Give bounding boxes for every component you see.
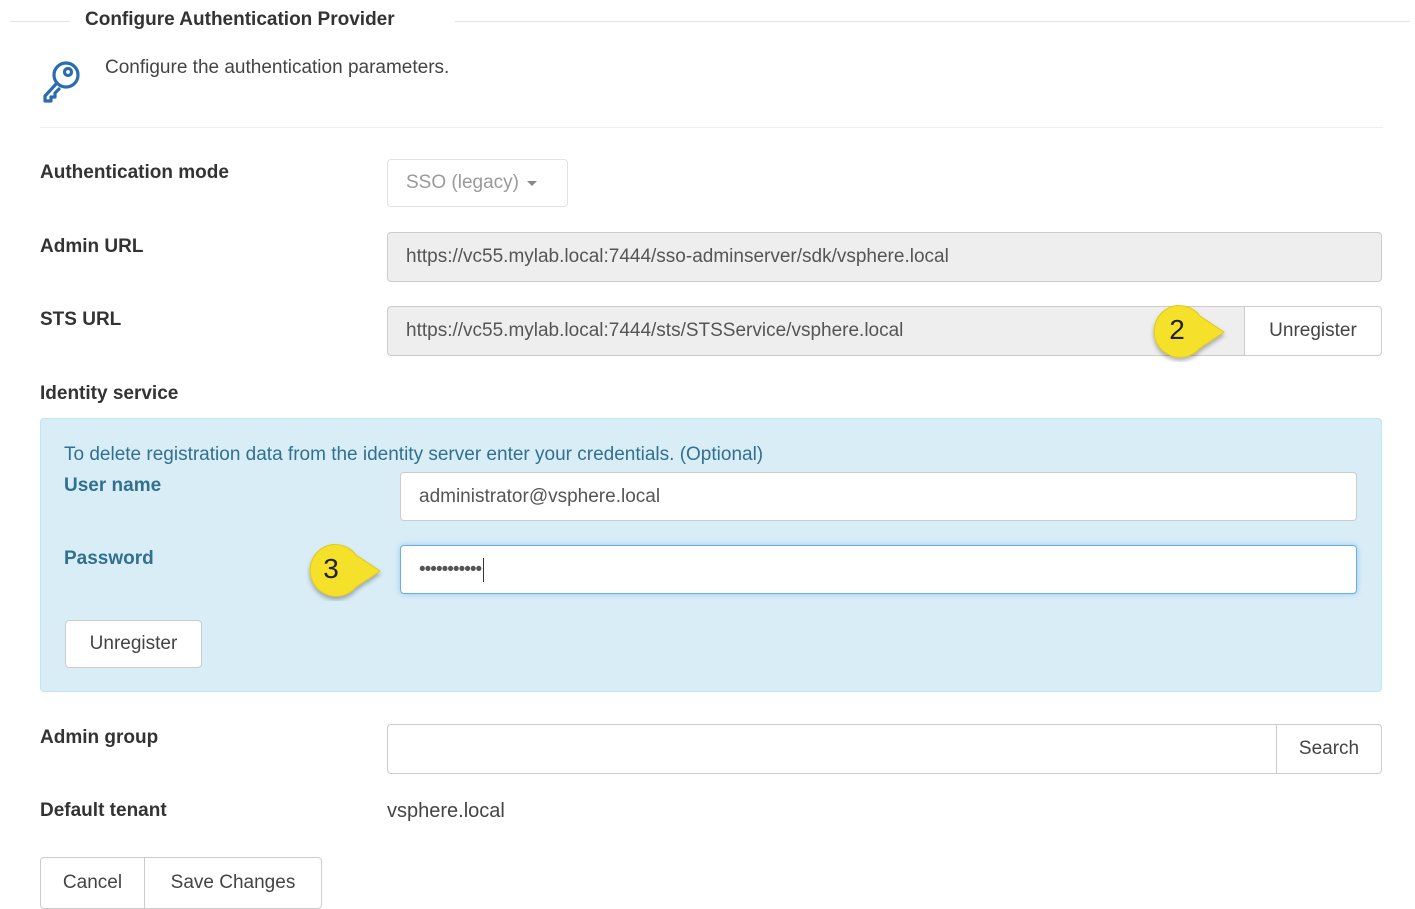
intro-text: Configure the authentication parameters. — [105, 57, 450, 78]
password-label: Password — [64, 548, 154, 569]
sts-url-field[interactable]: https://vc55.mylab.local:7444/sts/STSSer… — [387, 306, 1245, 356]
caret-down-icon — [526, 180, 537, 186]
default-tenant-value: vsphere.local — [387, 800, 505, 822]
save-changes-button[interactable]: Save Changes — [144, 857, 322, 909]
default-tenant-label: Default tenant — [40, 800, 167, 821]
identity-unregister-button[interactable]: Unregister — [65, 620, 202, 668]
admin-url-label: Admin URL — [40, 236, 144, 257]
username-field[interactable]: administrator@vsphere.local — [400, 472, 1357, 521]
password-field[interactable]: ••••••••••• — [400, 545, 1357, 594]
search-button[interactable]: Search — [1276, 724, 1382, 774]
cancel-button[interactable]: Cancel — [40, 857, 145, 909]
identity-service-note: To delete registration data from the ide… — [64, 444, 764, 465]
auth-mode-dropdown[interactable]: SSO (legacy) — [387, 159, 568, 207]
password-value: ••••••••••• — [419, 558, 482, 580]
identity-service-label: Identity service — [40, 383, 179, 404]
sts-unregister-button[interactable]: Unregister — [1244, 306, 1382, 356]
admin-group-input[interactable] — [387, 724, 1277, 774]
legend-line-left — [10, 21, 70, 22]
key-icon — [40, 58, 84, 104]
auth-mode-label: Authentication mode — [40, 162, 229, 183]
sts-url-label: STS URL — [40, 309, 122, 330]
step-3-number: 3 — [323, 553, 339, 584]
legend-line-right — [455, 21, 1410, 22]
admin-url-field[interactable]: https://vc55.mylab.local:7444/sso-admins… — [387, 232, 1382, 282]
auth-mode-value: SSO (legacy) — [406, 172, 519, 193]
section-title: Configure Authentication Provider — [85, 9, 395, 30]
step-2-number: 2 — [1169, 314, 1185, 345]
text-cursor — [483, 557, 485, 582]
admin-group-label: Admin group — [40, 727, 159, 748]
divider — [40, 127, 1383, 128]
username-label: User name — [64, 475, 162, 496]
